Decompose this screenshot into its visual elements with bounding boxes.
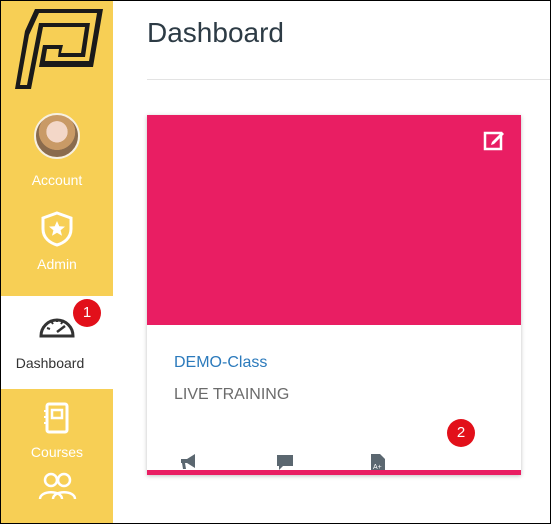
nav-admin[interactable]: Admin: [1, 211, 113, 272]
institution-logo[interactable]: [1, 1, 113, 93]
course-card-header[interactable]: [147, 115, 521, 325]
book-icon: [44, 402, 69, 434]
nav-groups[interactable]: [1, 471, 113, 504]
course-subtitle: LIVE TRAINING: [174, 386, 290, 403]
nav-dashboard-label: Dashboard: [15, 355, 85, 371]
edit-icon[interactable]: [483, 129, 505, 151]
app-frame: Account Admin Dashboard Courses 1 Dashbo…: [0, 0, 551, 524]
discussions-icon[interactable]: [275, 453, 295, 471]
groups-icon: [38, 472, 77, 500]
nav-courses[interactable]: Courses: [1, 401, 113, 460]
nav-courses-label: Courses: [30, 444, 84, 460]
course-color-bar: [147, 470, 521, 475]
avatar: [34, 113, 80, 159]
header-divider: [147, 79, 550, 80]
nav-account[interactable]: Account: [1, 113, 113, 188]
announcements-icon[interactable]: [179, 453, 199, 471]
annotation-badge-1: 1: [73, 299, 101, 327]
annotation-badge-2: 2: [447, 419, 475, 447]
nav-admin-label: Admin: [37, 256, 77, 272]
speedometer-icon: [39, 318, 75, 338]
global-navigation: Account Admin Dashboard Courses: [1, 1, 113, 523]
nav-account-label: Account: [31, 172, 83, 188]
page-title: Dashboard: [147, 17, 284, 48]
course-name-link[interactable]: DEMO-Class: [174, 354, 267, 372]
shield-star-icon: [41, 211, 73, 247]
